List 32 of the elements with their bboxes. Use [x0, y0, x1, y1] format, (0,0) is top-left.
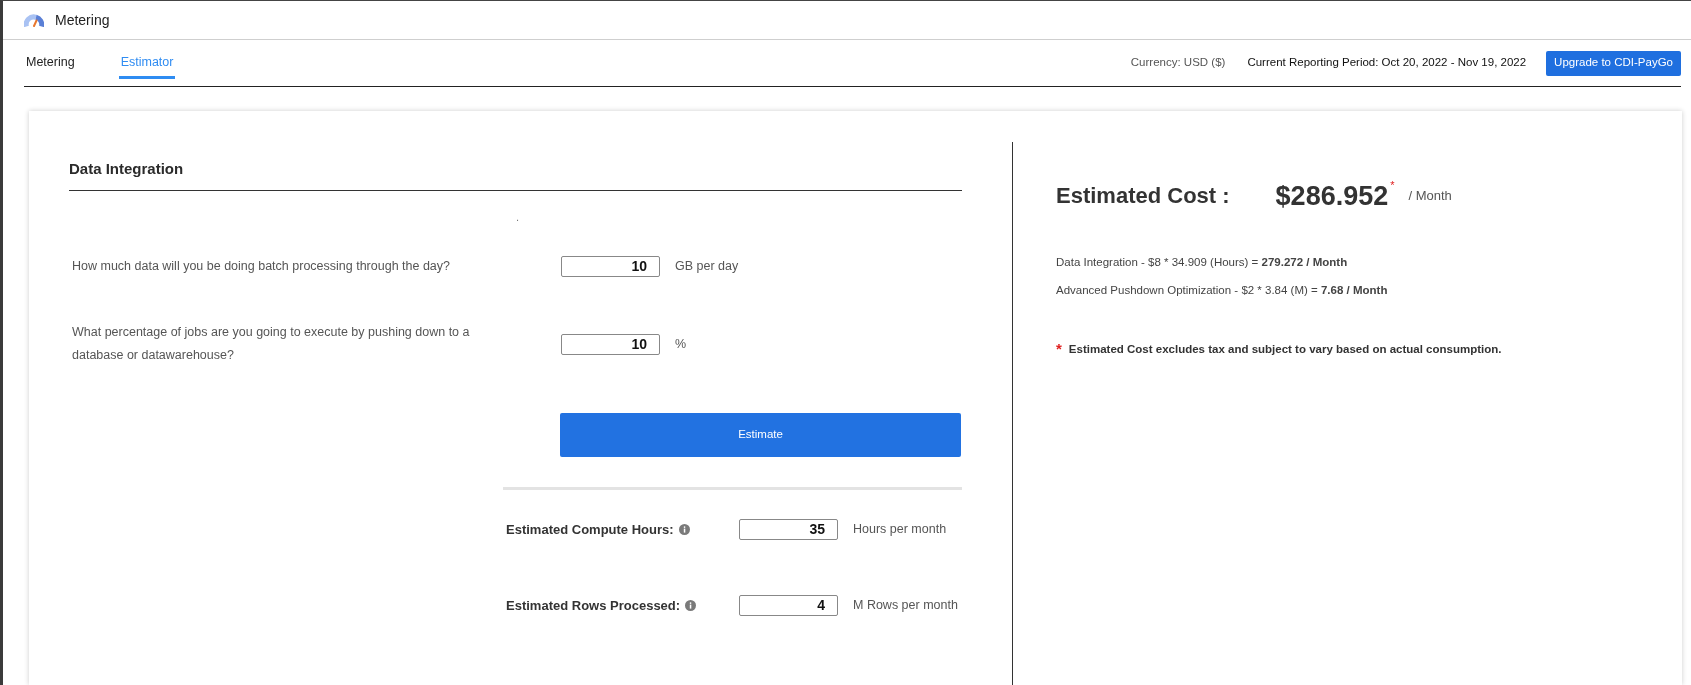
note-mark: * — [1056, 339, 1062, 359]
cost-note: Estimated Cost excludes tax and subject to vary based on actual consumption. — [1068, 342, 1502, 357]
cost-amount: $286.952 — [1275, 180, 1389, 212]
cost-title: Estimated Cost : — [1056, 182, 1230, 210]
result-label: Estimated Rows Processed: — [506, 596, 681, 615]
answer-field[interactable]: 10 — [561, 256, 660, 277]
answer-field[interactable]: 10 — [561, 333, 660, 355]
result-field[interactable]: 4 — [739, 595, 838, 616]
cost-breakdown-line: Data Integration - $8 * 34.909 (Hours) = 279.272 / Month — [1056, 255, 1349, 270]
reporting-period-label: Current Reporting Period: Oct 20, 2022 - Nov 19, 2022 — [1247, 55, 1527, 71]
info-icon[interactable] — [685, 600, 697, 611]
estimate-button[interactable]: Estimate — [560, 413, 961, 457]
tab[interactable]: Estimator — [118, 47, 176, 79]
cost-breakdown-line: Advanced Pushdown Optimization - $2 * 3.84 (M) = 7.68 / Month — [1056, 283, 1389, 298]
question-text: How much data will you be doing batch processing through the day? — [72, 258, 451, 275]
result-label: Estimated Compute Hours: — [506, 520, 674, 539]
question-text: What percentage of jobs are you going to execute by pushing down to a database or datawarehouse? — [72, 324, 471, 364]
info-icon[interactable] — [678, 524, 690, 535]
stray-period: . — [516, 211, 520, 223]
unit-label: GB per day — [675, 258, 739, 276]
gauge-icon — [24, 13, 44, 27]
cost-period: / Month — [1408, 187, 1452, 206]
unit-label: Hours per month — [853, 521, 947, 539]
unit-label: % — [675, 335, 687, 353]
section-title: Data Integration — [69, 159, 962, 191]
app-title: Metering — [55, 10, 110, 30]
footnote-mark: * — [1390, 180, 1395, 191]
upgrade-button[interactable]: Upgrade to CDI-PayGo — [1546, 50, 1681, 76]
result-field[interactable]: 35 — [739, 519, 838, 540]
unit-label: M Rows per month — [853, 597, 958, 615]
currency-label: Currency: USD ($) — [1130, 55, 1226, 71]
tab[interactable]: Metering — [24, 47, 77, 79]
